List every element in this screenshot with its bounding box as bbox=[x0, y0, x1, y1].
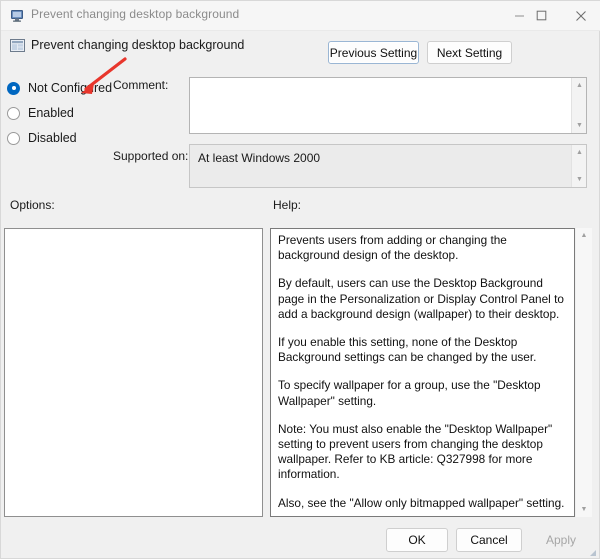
scroll-up-icon[interactable]: ▲ bbox=[572, 146, 587, 159]
supported-on-scrollbar[interactable]: ▲ ▼ bbox=[571, 145, 586, 187]
scroll-down-icon[interactable]: ▼ bbox=[572, 173, 587, 186]
policy-setting-icon bbox=[9, 38, 26, 54]
radio-indicator-disabled bbox=[7, 131, 20, 145]
maximize-icon bbox=[536, 10, 546, 21]
help-paragraph: Note: You must also enable the "Desktop … bbox=[278, 421, 553, 482]
scroll-up-icon[interactable]: ▲ bbox=[576, 229, 592, 242]
close-icon bbox=[576, 10, 586, 21]
monitor-icon bbox=[9, 8, 25, 24]
help-scrollbar[interactable]: ▲ ▼ bbox=[576, 228, 592, 517]
cancel-button[interactable]: Cancel bbox=[456, 528, 522, 552]
radio-label-disabled: Disabled bbox=[28, 131, 77, 145]
help-paragraph: By default, users can use the Desktop Ba… bbox=[278, 276, 564, 321]
ok-button[interactable]: OK bbox=[386, 528, 448, 552]
options-label: Options: bbox=[10, 198, 55, 212]
radio-disabled[interactable]: Disabled bbox=[7, 129, 77, 147]
scroll-down-icon[interactable]: ▼ bbox=[576, 503, 592, 516]
help-label: Help: bbox=[273, 198, 302, 212]
help-paragraph: Also, see the "Allow only bitmapped wall… bbox=[278, 495, 565, 510]
comment-input[interactable]: ▲ ▼ bbox=[189, 77, 587, 134]
radio-enabled[interactable]: Enabled bbox=[7, 104, 74, 122]
supported-on-value: At least Windows 2000 bbox=[198, 151, 321, 165]
radio-label-not-configured: Not Configured bbox=[28, 81, 113, 95]
options-panel[interactable] bbox=[4, 228, 263, 517]
radio-indicator-enabled bbox=[7, 106, 20, 120]
apply-button: Apply bbox=[530, 528, 592, 552]
comment-label: Comment: bbox=[113, 78, 169, 92]
help-paragraph: If you enable this setting, none of the … bbox=[278, 335, 537, 365]
comment-scrollbar[interactable]: ▲ ▼ bbox=[571, 78, 586, 133]
help-paragraph: Prevents users from adding or changing t… bbox=[278, 233, 507, 263]
scroll-down-icon[interactable]: ▼ bbox=[572, 119, 587, 132]
radio-label-enabled: Enabled bbox=[28, 106, 74, 120]
help-paragraph: To specify wallpaper for a group, use th… bbox=[278, 378, 541, 408]
close-button[interactable] bbox=[559, 1, 600, 30]
group-policy-setting-dialog: Prevent changing desktop background Prev… bbox=[0, 0, 600, 559]
radio-indicator-not-configured bbox=[7, 81, 20, 95]
window-title: Prevent changing desktop background bbox=[31, 7, 240, 21]
help-text: Prevents users from adding or changing t… bbox=[278, 233, 566, 511]
resize-grip[interactable] bbox=[585, 544, 597, 556]
next-setting-button[interactable]: Next Setting bbox=[427, 41, 512, 64]
supported-on-label: Supported on: bbox=[113, 149, 189, 163]
maximize-button[interactable] bbox=[519, 1, 563, 30]
radio-not-configured[interactable]: Not Configured bbox=[7, 79, 112, 97]
previous-setting-button[interactable]: Previous Setting bbox=[328, 41, 419, 64]
scroll-up-icon[interactable]: ▲ bbox=[572, 79, 587, 92]
page-title: Prevent changing desktop background bbox=[31, 38, 245, 52]
help-panel: Prevents users from adding or changing t… bbox=[270, 228, 575, 517]
supported-on-field[interactable]: At least Windows 2000 ▲ ▼ bbox=[189, 144, 587, 188]
title-bar: Prevent changing desktop background bbox=[1, 1, 600, 31]
